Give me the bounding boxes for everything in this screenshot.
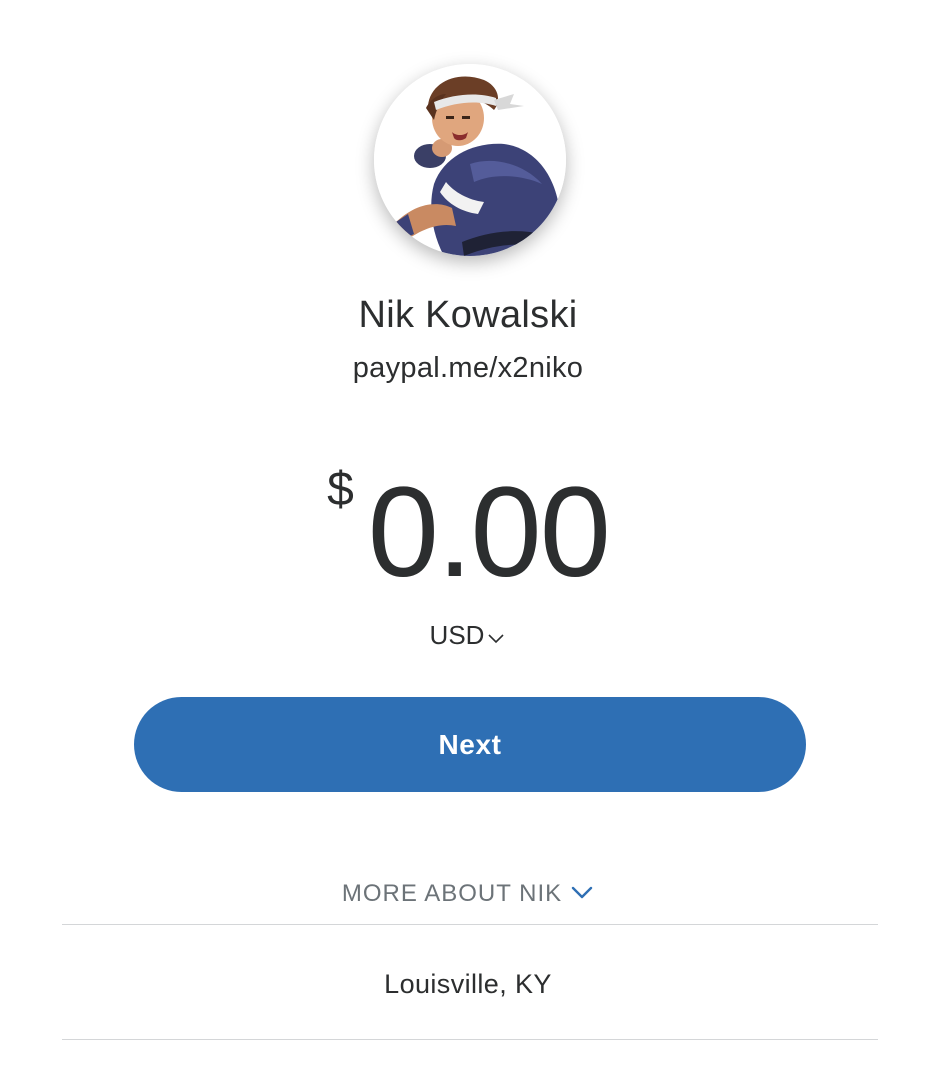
- avatar-image: [374, 64, 566, 256]
- amount-display[interactable]: $0.00: [0, 458, 936, 604]
- chevron-down-icon: [570, 877, 594, 909]
- chevron-down-icon: [486, 620, 506, 654]
- profile-avatar: [374, 64, 566, 256]
- next-button[interactable]: Next: [134, 697, 806, 792]
- currency-selector[interactable]: USD: [0, 618, 936, 654]
- currency-code: USD: [429, 620, 485, 650]
- more-about-toggle[interactable]: MORE ABOUT NIK: [0, 878, 936, 910]
- profile-link[interactable]: paypal.me/x2niko: [0, 350, 936, 386]
- amount-input[interactable]: 0.00: [368, 458, 611, 608]
- divider: [62, 1039, 878, 1040]
- profile-name: Nik Kowalski: [358, 294, 578, 336]
- more-about-label: MORE ABOUT NIK: [341, 880, 563, 907]
- profile-location: Louisville, KY: [384, 969, 552, 999]
- divider: [62, 924, 878, 925]
- currency-symbol: $: [327, 463, 354, 516]
